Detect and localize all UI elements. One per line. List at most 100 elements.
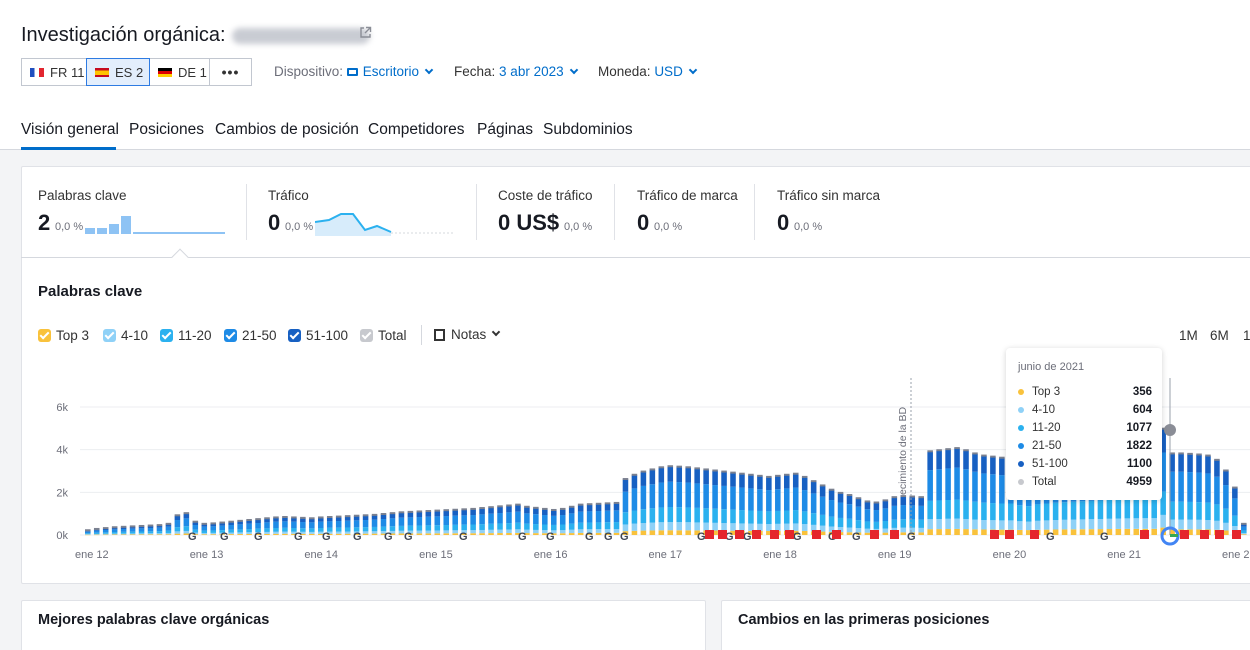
bar-segment — [918, 497, 924, 506]
tooltip-row-value: 604 — [1132, 404, 1152, 416]
bar-segment — [326, 521, 333, 528]
tooltip-row-value: 4959 — [1126, 476, 1152, 488]
bar-segment — [111, 534, 118, 535]
google-update-marker: G — [697, 531, 706, 543]
bar-segment — [264, 522, 270, 529]
bar-segment — [577, 505, 584, 512]
bar-segment — [318, 517, 324, 522]
bar-segment — [900, 527, 907, 533]
bar-segment — [837, 517, 844, 528]
total-marker — [999, 456, 1005, 459]
total-marker — [174, 514, 181, 517]
bar-segment — [577, 532, 584, 535]
bar-segment — [775, 476, 781, 490]
bar-segment — [156, 531, 163, 534]
bar-segment — [362, 520, 369, 528]
total-marker — [945, 448, 951, 451]
bar-segment — [577, 529, 584, 533]
total-marker — [882, 499, 889, 502]
bar-segment — [165, 532, 172, 535]
bar-segment — [900, 519, 907, 528]
bar-segment — [506, 505, 512, 513]
bar-segment — [461, 524, 467, 531]
bar-segment — [210, 526, 217, 531]
bar-segment — [559, 524, 566, 531]
bar-segment — [282, 527, 288, 532]
total-marker — [801, 475, 808, 478]
bar-segment — [1061, 519, 1068, 530]
bar-segment — [255, 519, 261, 524]
google-update-marker: G — [294, 531, 303, 543]
bar-segment — [1205, 502, 1211, 521]
bar-segment — [344, 516, 351, 521]
bar-segment — [568, 507, 575, 514]
bar-segment — [1223, 508, 1229, 523]
bar-segment — [165, 526, 172, 531]
bar-segment — [1187, 472, 1193, 502]
tooltip-row-21-50: 21-50 1822 — [1018, 440, 1152, 452]
total-marker — [766, 475, 772, 478]
total-marker — [192, 520, 199, 523]
bar-segment — [640, 523, 647, 531]
google-update-marker: G — [384, 531, 393, 543]
bar-segment — [309, 518, 315, 523]
database-es[interactable]: ES 2 — [86, 58, 150, 86]
bar-segment — [129, 528, 136, 532]
bar-segment — [801, 530, 808, 535]
bar-segment — [85, 534, 91, 535]
bar-segment — [918, 527, 924, 533]
note-flag-marker — [1232, 530, 1241, 539]
bar-segment — [622, 491, 629, 513]
total-marker — [810, 480, 817, 483]
note-flag-marker — [735, 530, 744, 539]
bar-segment — [882, 500, 889, 509]
bar-segment — [201, 530, 208, 533]
bar-segment — [416, 517, 423, 526]
bar-segment — [273, 531, 279, 534]
bar-segment — [488, 513, 494, 524]
bar-segment — [730, 509, 736, 524]
bar-segment — [757, 510, 763, 524]
keywords-stacked-bar-chart[interactable]: 6k 4k 2k 0k ene 12 ene 13 ene 14 ene 15 ene 16 en… — [0, 0, 1250, 650]
total-marker — [658, 466, 665, 469]
bar-segment — [335, 521, 342, 528]
bar-segment — [954, 518, 960, 529]
bar-segment — [649, 469, 656, 485]
total-marker — [362, 514, 369, 517]
bar-segment — [174, 531, 181, 534]
total-marker — [1205, 454, 1211, 457]
google-update-marker: G — [793, 531, 802, 543]
bar-segment — [309, 531, 315, 534]
bar-segment — [335, 531, 342, 534]
bar-segment — [963, 518, 969, 530]
google-update-marker: G — [620, 531, 629, 543]
google-icon — [1170, 534, 1178, 537]
bar-segment — [147, 531, 154, 534]
google-update-marker: G — [254, 531, 263, 543]
bar-segment — [452, 510, 458, 516]
bar-segment — [864, 521, 871, 529]
bar-segment — [586, 504, 593, 512]
bar-segment — [479, 533, 485, 535]
google-update-marker: G — [353, 531, 362, 543]
bar-segment — [1124, 518, 1131, 529]
bar-segment — [174, 533, 181, 535]
total-marker — [577, 503, 584, 506]
note-flag-marker — [990, 530, 999, 539]
bar-segment — [111, 529, 118, 533]
total-marker — [255, 518, 261, 521]
bar-segment — [918, 519, 924, 528]
bar-segment — [353, 520, 360, 528]
bar-segment — [927, 451, 933, 471]
bar-segment — [524, 507, 530, 514]
y-tick-label: 4k — [56, 445, 68, 457]
bar-segment — [936, 518, 942, 530]
bar-segment — [533, 533, 539, 535]
bar-segment — [981, 520, 987, 530]
bar-segment — [595, 511, 602, 523]
bar-segment — [273, 528, 279, 532]
bar-segment — [237, 532, 243, 535]
bar-segment — [282, 521, 288, 528]
google-update-marker: G — [322, 531, 331, 543]
bar-segment — [407, 525, 414, 531]
